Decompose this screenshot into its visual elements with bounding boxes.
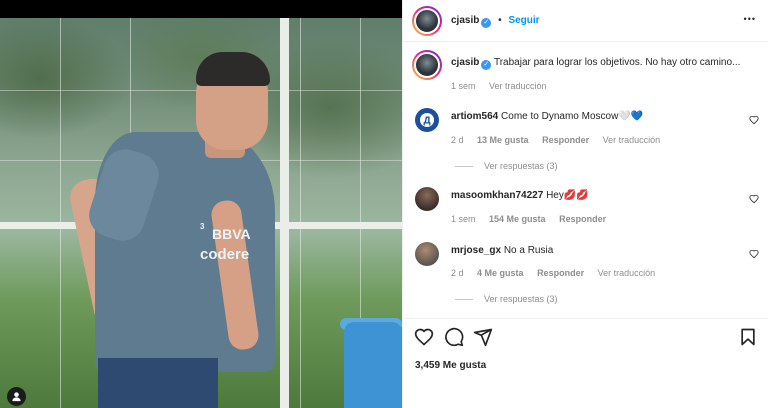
comment-translate-link[interactable]: Ver traducción (598, 268, 656, 278)
dash-line (455, 166, 473, 168)
user-avatar[interactable] (415, 187, 439, 211)
comment-likes[interactable]: 154 Me gusta (489, 214, 546, 224)
comment-username[interactable]: masoomkhan74227 (451, 190, 543, 201)
view-replies-button[interactable]: Ver respuestas (3) (484, 161, 558, 171)
svg-text:Д: Д (423, 116, 430, 127)
likes-count[interactable]: 3,459 Me gusta (415, 360, 768, 374)
more-options-icon[interactable]: ••• (744, 14, 756, 24)
player-shorts (98, 358, 218, 408)
net-line (300, 18, 301, 408)
user-avatar[interactable] (415, 242, 439, 266)
caption-username[interactable]: cjasib (451, 57, 479, 68)
caption-translate-link[interactable]: Ver traducción (489, 81, 547, 91)
comment-time[interactable]: 1 sem (451, 214, 476, 224)
author-avatar[interactable] (412, 6, 442, 36)
net-line (60, 18, 61, 408)
comment-like-icon[interactable] (749, 115, 759, 125)
comment-likes[interactable]: 4 Me gusta (477, 268, 524, 278)
jersey-sponsor: BBVA (212, 226, 251, 242)
comment-item: Д artiom564 Come to Dynamo Moscow🤍💙 2 d … (403, 106, 768, 176)
comment-like-icon[interactable] (749, 194, 759, 204)
comment-like-icon[interactable] (749, 249, 759, 259)
player-hair (196, 52, 270, 86)
post-header: cjasib ✓ • Seguir ••• (403, 6, 768, 36)
comment-username[interactable]: artiom564 (451, 111, 498, 122)
author-line: cjasib ✓ • Seguir (451, 15, 540, 28)
comment-reply-button[interactable]: Responder (559, 214, 606, 224)
dot-separator: • (498, 15, 502, 26)
comment-time[interactable]: 2 d (451, 268, 464, 278)
comment-item: mrjose_gx No a Rusia 2 d 4 Me gusta Resp… (403, 240, 768, 310)
action-bar (403, 325, 768, 355)
goal-post (280, 18, 289, 408)
caption-time[interactable]: 1 sem (451, 81, 476, 91)
author-username[interactable]: cjasib (451, 15, 479, 26)
dynamo-logo-icon[interactable]: Д (415, 108, 439, 132)
comment-time[interactable]: 2 d (451, 135, 464, 145)
follow-button[interactable]: Seguir (508, 15, 539, 26)
jersey-sponsor: codere (200, 246, 250, 263)
comment-reply-button[interactable]: Responder (537, 268, 584, 278)
caption: cjasib ✓ Trabajar para lograr los objetiv… (403, 50, 768, 94)
tagged-users-button[interactable] (7, 387, 26, 406)
view-replies-button[interactable]: Ver respuestas (3) (484, 294, 558, 304)
divider (403, 41, 768, 42)
comment-item: masoomkhan74227 Hey💋💋 1 sem 154 Me gusta… (403, 185, 768, 227)
comment-text: Come to Dynamo Moscow🤍💙 (501, 111, 644, 122)
comment-translate-link[interactable]: Ver traducción (603, 135, 661, 145)
divider (403, 318, 768, 319)
share-send-icon[interactable] (473, 327, 493, 347)
comment-text: Hey💋💋 (546, 190, 589, 201)
verified-icon: ✓ (481, 60, 492, 70)
comment-reply-button[interactable]: Responder (542, 135, 589, 145)
verified-icon: ✓ (481, 18, 492, 28)
comment-bubble-icon[interactable] (444, 327, 464, 347)
comment-text: No a Rusia (503, 245, 554, 256)
post-panel: cjasib ✓ • Seguir ••• cjasib ✓ Trabajar pa… (402, 0, 768, 408)
like-heart-icon[interactable] (414, 327, 434, 347)
jersey-number: 3 (200, 222, 205, 231)
comment-username[interactable]: mrjose_gx (451, 245, 501, 256)
save-bookmark-icon[interactable] (738, 327, 758, 347)
caption-text: Trabajar para lograr los objetivos. No h… (493, 57, 741, 68)
dash-line (455, 299, 473, 301)
post-image[interactable]: BBVA codere 3 (0, 0, 402, 408)
bucket (344, 322, 402, 408)
caption-avatar[interactable] (412, 50, 442, 80)
comment-likes[interactable]: 13 Me gusta (477, 135, 529, 145)
user-icon (12, 392, 21, 402)
